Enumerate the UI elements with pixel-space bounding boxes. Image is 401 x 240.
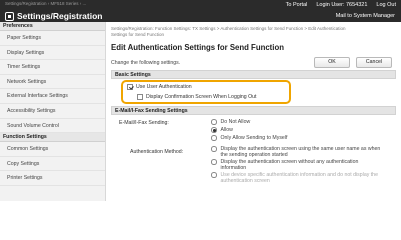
radio-do-not-allow-label: Do Not Allow — [220, 119, 251, 125]
cancel-button[interactable]: Cancel — [356, 57, 392, 68]
use-user-authentication-checkbox[interactable] — [127, 84, 133, 90]
sending-option-allow[interactable]: Allow — [211, 127, 233, 133]
sidebar-item-timer-settings[interactable]: Timer Settings — [0, 60, 105, 75]
display-confirmation-checkbox[interactable] — [137, 94, 143, 100]
main-content: Settings/Registration: Function Settings… — [106, 22, 401, 201]
logout-link[interactable]: Log Out — [376, 2, 396, 8]
display-confirmation-label: Display Confirmation Screen When Logging… — [146, 94, 257, 100]
radio-only-myself-label: Only Allow Sending to Myself — [220, 135, 288, 141]
radio-auth-same-user[interactable] — [211, 146, 217, 152]
auth-option-same-user[interactable]: Display the authentication screen using … — [211, 146, 380, 158]
page-title: Edit Authentication Settings for Send Fu… — [111, 43, 284, 52]
sidebar-item-copy-settings[interactable]: Copy Settings — [0, 157, 105, 172]
action-row: Change the following settings. OK Cancel — [111, 57, 396, 70]
auth-same-user-line2: the sending operation started — [220, 152, 288, 158]
sidebar: Preferences Paper Settings Display Setti… — [0, 22, 106, 201]
header-bar: Settings/Registration › MF518 Series › .… — [0, 0, 401, 22]
use-user-authentication-label: Use User Authentication — [136, 84, 192, 90]
sidebar-heading-function-settings: Function Settings — [0, 133, 105, 143]
app-title: Settings/Registration — [5, 11, 102, 21]
sidebar-item-display-settings[interactable]: Display Settings — [0, 46, 105, 61]
header-breadcrumb: Settings/Registration › MF518 Series › .… — [5, 1, 87, 6]
radio-allow-label: Allow — [220, 127, 233, 133]
login-user-label: Login User: 7654321 — [316, 2, 368, 8]
app-title-text: Settings/Registration — [17, 11, 103, 21]
authentication-method-label: Authentication Method: — [130, 149, 184, 155]
page-breadcrumb-line2: Settings for Send Function — [111, 32, 165, 37]
radio-allow[interactable] — [211, 127, 217, 133]
sending-option-do-not-allow[interactable]: Do Not Allow — [211, 119, 250, 125]
radio-auth-device-specific[interactable] — [211, 172, 217, 178]
sidebar-item-accessibility-settings[interactable]: Accessibility Settings — [0, 104, 105, 119]
auth-device-specific-line2: authentication screen — [220, 178, 270, 184]
auth-option-no-info[interactable]: Display the authentication screen withou… — [211, 159, 358, 171]
radio-only-myself[interactable] — [211, 135, 217, 141]
page-breadcrumb: Settings/Registration: Function Settings… — [111, 26, 396, 38]
basic-settings-header: Basic Settings — [111, 70, 396, 79]
email-ifax-settings-body: E-Mail/I-Fax Sending: Do Not Allow Allow… — [111, 115, 396, 190]
basic-settings-body: Use User Authentication Display Confirma… — [111, 79, 396, 106]
to-portal-link[interactable]: To Portal — [286, 2, 308, 8]
sidebar-item-common-settings[interactable]: Common Settings — [0, 142, 105, 157]
radio-do-not-allow[interactable] — [211, 119, 217, 125]
email-ifax-sending-label: E-Mail/I-Fax Sending: — [119, 120, 169, 126]
radio-auth-same-user-label: Display the authentication screen using … — [221, 146, 381, 158]
sending-option-only-myself[interactable]: Only Allow Sending to Myself — [211, 135, 287, 141]
auth-option-device-specific[interactable]: Use device specific authentication infor… — [211, 172, 378, 184]
sidebar-item-paper-settings[interactable]: Paper Settings — [0, 31, 105, 46]
sidebar-item-network-settings[interactable]: Network Settings — [0, 75, 105, 90]
sidebar-item-sound-volume-control[interactable]: Sound Volume Control — [0, 119, 105, 134]
auth-no-info-line2: information — [220, 165, 247, 171]
use-user-authentication-option[interactable]: Use User Authentication — [127, 84, 192, 90]
sidebar-item-external-interface-settings[interactable]: External Interface Settings — [0, 89, 105, 104]
header-user-area: To Portal Login User: 7654321 Log Out — [286, 2, 396, 8]
mail-to-system-manager-link[interactable]: Mail to System Manager — [336, 13, 395, 19]
sidebar-item-printer-settings[interactable]: Printer Settings — [0, 171, 105, 186]
radio-auth-device-specific-label: Use device specific authentication infor… — [221, 172, 378, 184]
display-confirmation-option[interactable]: Display Confirmation Screen When Logging… — [137, 94, 256, 100]
sidebar-heading-preferences: Preferences — [0, 22, 105, 31]
instruction-text: Change the following settings. — [111, 60, 181, 66]
settings-registration-icon — [5, 11, 14, 21]
ok-button[interactable]: OK — [314, 57, 350, 68]
radio-auth-no-info[interactable] — [211, 159, 217, 165]
radio-auth-no-info-label: Display the authentication screen withou… — [221, 159, 359, 171]
email-ifax-settings-header: E-Mail/I-Fax Sending Settings — [111, 106, 396, 115]
